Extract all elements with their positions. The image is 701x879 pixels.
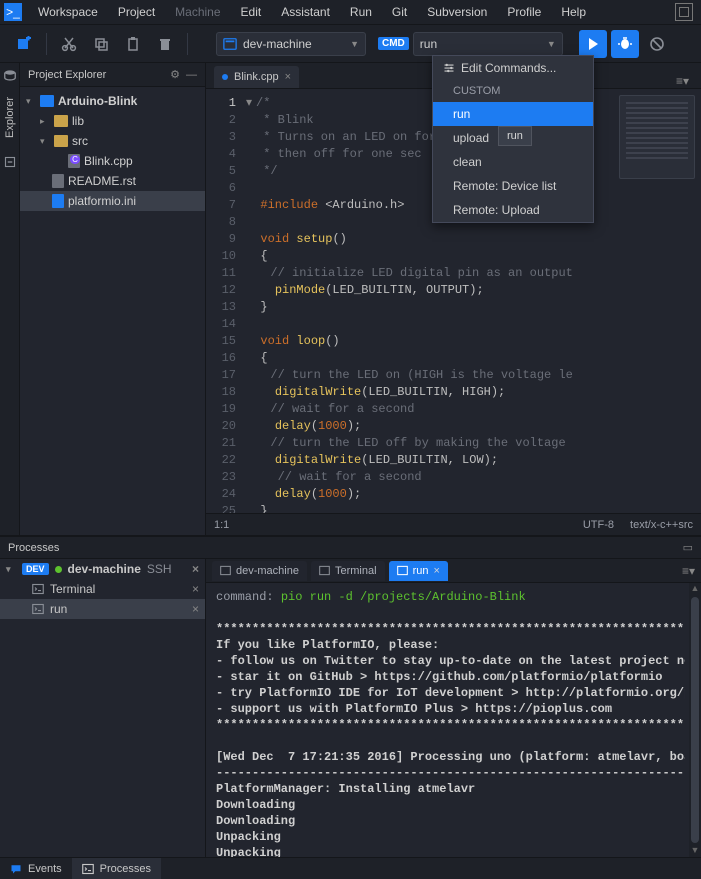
cmd-badge: CMD — [378, 37, 409, 50]
terminal-icon — [32, 583, 44, 595]
fullscreen-icon[interactable] — [675, 3, 693, 21]
menu-profile[interactable]: Profile — [497, 5, 551, 19]
encoding-label: UTF-8 — [583, 519, 614, 531]
project-explorer: Project Explorer ⚙ — ▾ Arduino-Blink ▸ l… — [20, 63, 206, 535]
explorer-side-label[interactable]: Explorer — [4, 97, 16, 138]
delete-icon[interactable] — [151, 30, 179, 58]
cmd-item-remote-device-list[interactable]: Remote: Device list — [433, 174, 593, 198]
menu-subversion[interactable]: Subversion — [417, 5, 497, 19]
terminal-icon — [32, 603, 44, 615]
footer: Events Processes — [0, 857, 701, 879]
mime-label: text/x-c++src — [630, 519, 693, 531]
footer-events[interactable]: Events — [0, 858, 72, 879]
chevron-down-icon: ▼ — [350, 39, 359, 49]
chevron-down-icon: ▼ — [547, 39, 556, 49]
panel-minimize-icon[interactable]: — — [186, 69, 197, 81]
process-machine[interactable]: ▾ DEV dev-machine SSH × — [0, 559, 205, 579]
toolbar: dev-machine ▼ CMD run ▼ — [0, 25, 701, 63]
dropdown-section: CUSTOM — [433, 80, 593, 102]
panel-gear-icon[interactable]: ⚙ — [170, 68, 180, 81]
terminal-icon — [82, 863, 94, 875]
tree-folder-lib[interactable]: ▸ lib — [20, 111, 205, 131]
status-dot-icon — [55, 566, 62, 573]
copy-icon[interactable] — [87, 30, 115, 58]
terminal-tabs: dev-machine Terminal run × ≡▾ — [206, 559, 701, 583]
menu-workspace[interactable]: Workspace — [28, 5, 108, 19]
terminal-output[interactable]: command: pio run -d /projects/Arduino-Bl… — [206, 583, 689, 857]
cursor-pos: 1:1 — [214, 519, 229, 531]
explorer-title: Project Explorer ⚙ — — [20, 63, 205, 87]
processes-title: Processes ▭ — [0, 537, 701, 559]
scrollbar[interactable]: ▲▼ — [689, 583, 701, 857]
left-gutter: Explorer — [0, 63, 20, 535]
tab-dot-icon — [222, 74, 228, 80]
app-logo-icon[interactable]: >_ — [4, 3, 22, 21]
tree-file-readme[interactable]: README.rst — [20, 171, 205, 191]
menu-help[interactable]: Help — [551, 5, 596, 19]
new-icon[interactable] — [10, 30, 38, 58]
close-icon[interactable]: × — [192, 562, 199, 576]
debug-button[interactable] — [611, 30, 639, 58]
close-icon[interactable]: × — [433, 565, 439, 577]
paste-icon[interactable] — [119, 30, 147, 58]
close-icon[interactable]: × — [285, 71, 291, 83]
menu-run[interactable]: Run — [340, 5, 382, 19]
machine-selector[interactable]: dev-machine ▼ — [216, 32, 366, 56]
run-button[interactable] — [579, 30, 607, 58]
command-selector[interactable]: run ▼ — [413, 32, 563, 56]
tab-menu-icon[interactable]: ≡▾ — [672, 74, 693, 88]
tree-file-blink[interactable]: Blink.cpp — [20, 151, 205, 171]
terminal-tab-run[interactable]: run × — [389, 561, 448, 581]
command-selector-label: run — [420, 37, 437, 51]
cmd-item-run[interactable]: run — [433, 102, 593, 126]
terminal-area: dev-machine Terminal run × ≡▾ command: p… — [206, 559, 701, 857]
cut-icon[interactable] — [55, 30, 83, 58]
tree-project[interactable]: ▾ Arduino-Blink — [20, 91, 205, 111]
stop-button[interactable] — [643, 30, 671, 58]
menu-git[interactable]: Git — [382, 5, 417, 19]
line-gutter: 1234567891011121314151617181920212223242… — [206, 89, 242, 513]
collapse-icon[interactable] — [4, 156, 16, 168]
editor-tab[interactable]: Blink.cpp × — [214, 66, 299, 88]
editor-statusbar: 1:1 UTF-8 text/x-c++src — [206, 513, 701, 535]
tooltip: run — [498, 126, 532, 146]
machine-selector-label: dev-machine — [243, 37, 312, 51]
menu-assistant[interactable]: Assistant — [271, 5, 340, 19]
menu-edit[interactable]: Edit — [231, 5, 272, 19]
sliders-icon — [443, 62, 455, 74]
panel-collapse-icon[interactable]: ▭ — [683, 541, 693, 554]
menubar: >_ WorkspaceProjectMachineEditAssistantR… — [0, 0, 701, 25]
cmd-item-remote-upload[interactable]: Remote: Upload — [433, 198, 593, 222]
close-icon[interactable]: × — [192, 602, 199, 616]
menu-machine[interactable]: Machine — [165, 5, 230, 19]
minimap[interactable] — [619, 95, 695, 179]
tree-folder-src[interactable]: ▾ src — [20, 131, 205, 151]
db-icon[interactable] — [3, 69, 17, 83]
tab-menu-icon[interactable]: ≡▾ — [676, 564, 701, 578]
process-item-terminal[interactable]: Terminal × — [0, 579, 205, 599]
tree-file-platformio[interactable]: platformio.ini — [20, 191, 205, 211]
processes-tree: ▾ DEV dev-machine SSH × Terminal × run × — [0, 559, 206, 857]
close-icon[interactable]: × — [192, 582, 199, 596]
footer-processes[interactable]: Processes — [72, 858, 161, 879]
process-item-run[interactable]: run × — [0, 599, 205, 619]
chat-icon — [10, 863, 22, 875]
cmd-item-clean[interactable]: clean — [433, 150, 593, 174]
menu-project[interactable]: Project — [108, 5, 165, 19]
edit-commands-item[interactable]: Edit Commands... — [433, 56, 593, 80]
terminal-tab-terminal[interactable]: Terminal — [311, 561, 385, 581]
terminal-tab-machine[interactable]: dev-machine — [212, 561, 307, 581]
